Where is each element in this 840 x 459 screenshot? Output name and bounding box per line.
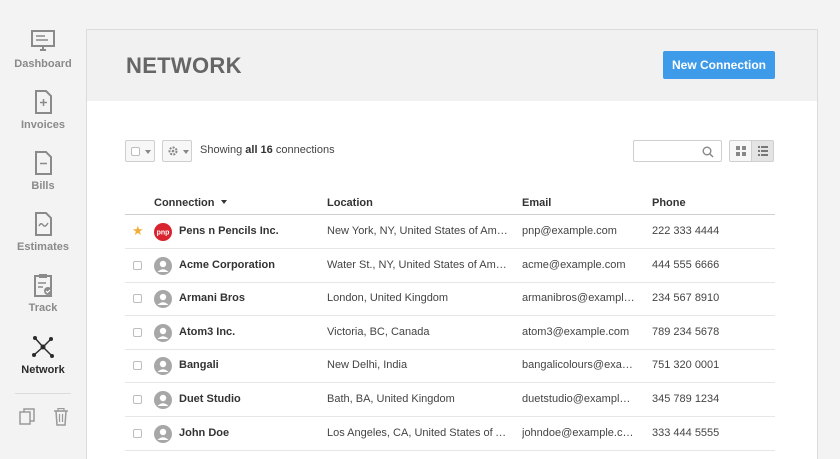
- table-row[interactable]: Acme Corporation Water St., NY, United St…: [125, 249, 775, 283]
- star-icon[interactable]: ★: [132, 223, 144, 239]
- connection-location: New York, NY, United States of America: [327, 225, 512, 237]
- table-row[interactable]: Duet Studio Bath, BA, United Kingdom duets…: [125, 383, 775, 417]
- grid-view-button[interactable]: [729, 140, 752, 162]
- nav-label: Dashboard: [14, 58, 72, 70]
- grid-icon: [736, 146, 746, 156]
- search-input[interactable]: [633, 140, 722, 162]
- connection-name[interactable]: Pens n Pencils Inc.: [179, 225, 279, 237]
- clipboard-check-icon: [34, 274, 52, 297]
- connection-name[interactable]: Atom3 Inc.: [179, 326, 235, 338]
- sidebar-tools: [19, 407, 83, 431]
- sidebar: Dashboard Invoices Bills Estimates Track…: [0, 0, 86, 453]
- bill-icon: [35, 151, 52, 175]
- select-all-checkbox[interactable]: [131, 147, 140, 156]
- nav-dashboard[interactable]: Dashboard: [0, 28, 86, 70]
- copy-icon[interactable]: [19, 408, 35, 431]
- showing-suffix: connections: [275, 144, 335, 156]
- row-checkbox[interactable]: [133, 327, 142, 337]
- connection-location: Bath, BA, United Kingdom: [327, 393, 455, 405]
- nav-label: Bills: [31, 180, 55, 192]
- nav-label: Invoices: [20, 119, 66, 131]
- avatar-placeholder-icon: [154, 357, 172, 376]
- connection-email: armanibros@example.com: [522, 292, 635, 305]
- connection-phone: 789 234 5678: [652, 325, 720, 338]
- avatar-placeholder-icon: [154, 256, 172, 275]
- row-checkbox[interactable]: [133, 260, 142, 270]
- avatar-placeholder-icon: [154, 290, 172, 309]
- column-header-email[interactable]: Email: [522, 197, 551, 209]
- divider: [15, 393, 71, 394]
- row-checkbox[interactable]: [133, 428, 142, 438]
- connection-name[interactable]: Armani Bros: [179, 292, 245, 304]
- page-title: NETWORK: [126, 53, 242, 78]
- trash-icon[interactable]: [53, 407, 69, 431]
- connection-email: pnp@example.com: [522, 225, 617, 237]
- chevron-down-icon: [183, 150, 189, 154]
- column-header-connection[interactable]: Connection: [154, 197, 227, 209]
- search-icon: [702, 146, 714, 158]
- monitor-icon: [31, 30, 55, 51]
- select-all-dropdown[interactable]: [125, 140, 155, 162]
- row-checkbox[interactable]: [133, 294, 142, 304]
- avatar-placeholder-icon: [154, 424, 172, 443]
- nav-network[interactable]: Network: [0, 334, 86, 376]
- nav-label: Estimates: [17, 241, 69, 253]
- connection-name[interactable]: Acme Corporation: [179, 259, 275, 271]
- connection-email: bangalicolours@example.com: [522, 359, 635, 372]
- sort-desc-icon: [220, 200, 227, 204]
- connection-name[interactable]: Bangali: [179, 359, 219, 371]
- nav-invoices[interactable]: Invoices: [0, 89, 86, 131]
- network-icon: [32, 336, 54, 358]
- svg-text:pnp: pnp: [157, 230, 170, 237]
- connection-email: johndoe@example.com: [522, 426, 635, 439]
- connection-phone: 222 333 4444: [652, 225, 720, 237]
- connection-location: Victoria, BC, Canada: [327, 325, 430, 338]
- column-header-location[interactable]: Location: [327, 197, 373, 209]
- connection-phone: 333 444 5555: [652, 426, 720, 439]
- company-logo: pnp: [154, 223, 172, 241]
- connection-phone: 444 555 6666: [652, 258, 720, 271]
- gear-icon: [168, 146, 178, 156]
- connection-location: Water St., NY, United States of America: [327, 258, 512, 271]
- settings-dropdown[interactable]: [162, 140, 192, 162]
- connection-location: New Delhi, India: [327, 359, 408, 372]
- table-row[interactable]: John Doe Los Angeles, CA, United States o…: [125, 417, 775, 451]
- avatar-placeholder-icon: [154, 391, 172, 409]
- page-header: NETWORK New Connection: [87, 30, 817, 101]
- connection-name[interactable]: John Doe: [179, 427, 229, 439]
- table-row[interactable]: Atom3 Inc. Victoria, BC, Canada atom3@exam…: [125, 316, 775, 350]
- column-label: Connection: [154, 197, 215, 209]
- row-checkbox[interactable]: [133, 395, 142, 404]
- nav-estimates[interactable]: Estimates: [0, 211, 86, 253]
- invoice-icon: [35, 90, 52, 114]
- new-connection-button[interactable]: New Connection: [663, 51, 775, 79]
- connection-location: London, United Kingdom: [327, 292, 449, 305]
- table-row[interactable]: Armani Bros London, United Kingdom armanib…: [125, 282, 775, 317]
- showing-prefix: Showing: [200, 144, 243, 156]
- list-view-button[interactable]: [751, 140, 774, 162]
- nav-label: Track: [28, 302, 58, 314]
- nav-track[interactable]: Track: [0, 272, 86, 314]
- connection-count: Showing all 16 connections: [200, 144, 335, 156]
- connection-phone: 751 320 0001: [652, 359, 720, 372]
- row-checkbox[interactable]: [133, 361, 142, 371]
- connection-email: atom3@example.com: [522, 325, 630, 338]
- estimate-icon: [35, 212, 52, 236]
- nav-label: Network: [21, 364, 65, 376]
- column-header-phone[interactable]: Phone: [652, 197, 686, 209]
- list-icon: [758, 146, 768, 156]
- connection-phone: 234 567 8910: [652, 292, 720, 305]
- connection-email: acme@example.com: [522, 258, 626, 271]
- main-panel: NETWORK New Connection Showing all 16 co…: [86, 29, 818, 459]
- table-row[interactable]: Bangali New Delhi, India bangalicolours@ex…: [125, 349, 775, 384]
- connection-phone: 345 789 1234: [652, 393, 720, 405]
- showing-count: all 16: [245, 144, 273, 156]
- nav-bills[interactable]: Bills: [0, 150, 86, 192]
- connection-email: duetstudio@example.com: [522, 393, 635, 405]
- avatar-placeholder-icon: [154, 323, 172, 342]
- chevron-down-icon: [145, 150, 151, 154]
- table-row[interactable]: ★ pnp Pens n Pencils Inc. New York, NY, Uni…: [125, 215, 775, 249]
- connection-location: Los Angeles, CA, United States of Americ…: [327, 426, 512, 439]
- connection-name[interactable]: Duet Studio: [179, 393, 241, 405]
